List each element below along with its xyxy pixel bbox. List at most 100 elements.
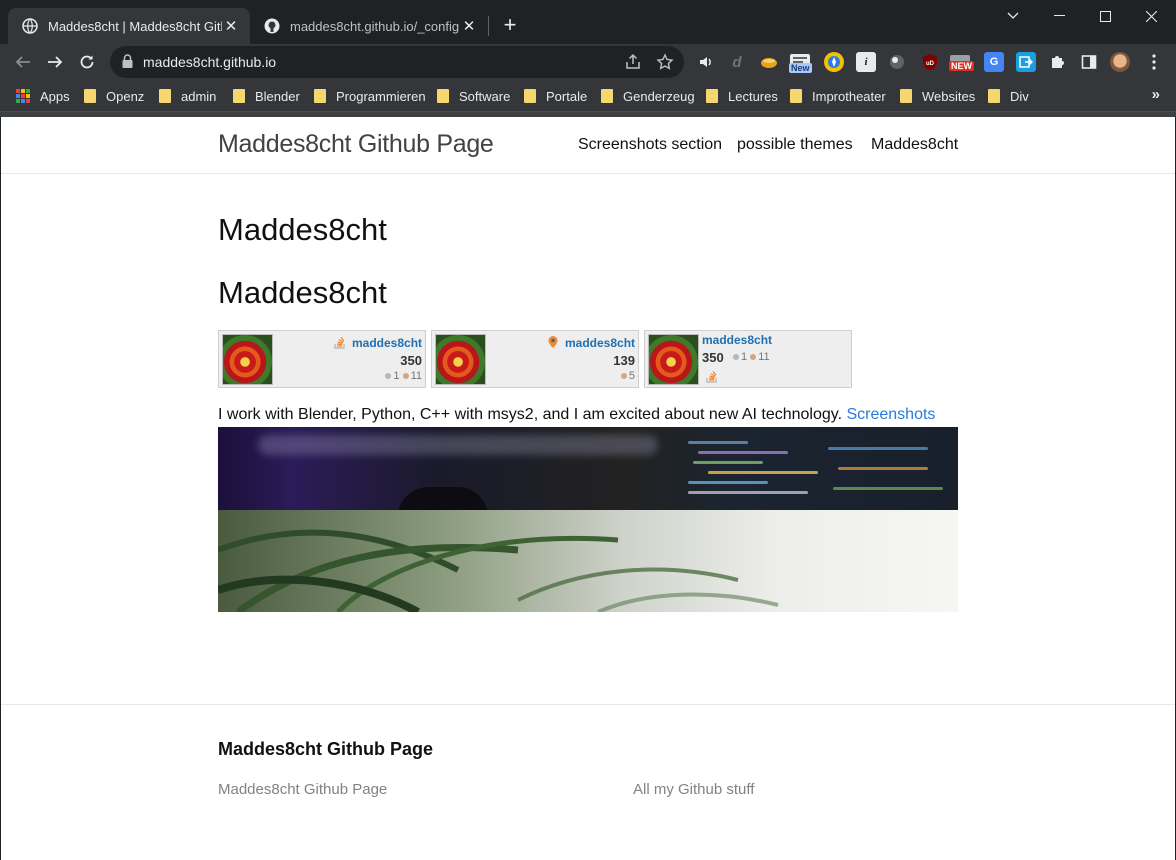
bookmark-folder-lectures[interactable]: Lectures: [706, 86, 778, 106]
intro-text: I work with Blender, Python, C++ with ms…: [218, 406, 847, 423]
new-red-badge: NEW: [949, 61, 974, 71]
avatar: [435, 334, 486, 385]
folder-icon: [706, 89, 718, 103]
footer-site-name: Maddes8cht Github Page: [218, 781, 388, 798]
bookmark-label: Portale: [546, 88, 588, 104]
code-screen-photo: [218, 427, 958, 510]
bookmark-apps[interactable]: Apps: [16, 86, 70, 106]
bookmark-label: Programmieren: [336, 88, 426, 104]
ball-extension-icon[interactable]: [887, 52, 907, 72]
forward-arrow-icon[interactable]: [41, 48, 69, 76]
close-tab-icon[interactable]: ✕: [222, 17, 240, 35]
flair-reputation: 350: [702, 350, 724, 365]
bookmark-folder-div[interactable]: Div: [988, 86, 1029, 106]
side-panel-icon[interactable]: [1079, 52, 1099, 72]
flair-username: maddes8cht: [565, 336, 636, 350]
compass-extension-icon[interactable]: [824, 52, 844, 72]
share-icon[interactable]: [624, 53, 642, 71]
bookmark-folder-blender[interactable]: Blender: [233, 86, 300, 106]
puzzle-extensions-icon[interactable]: [1047, 52, 1067, 72]
intro-paragraph: I work with Blender, Python, C++ with ms…: [218, 406, 935, 424]
github-icon: [264, 18, 280, 34]
nav-link-maddes8cht[interactable]: Maddes8cht: [871, 136, 958, 154]
minimize-icon[interactable]: [1036, 0, 1082, 32]
folder-icon: [314, 89, 326, 103]
bookmark-folder-websites[interactable]: Websites: [900, 86, 975, 106]
bookmark-folder-genderzeug[interactable]: Genderzeug: [601, 86, 695, 106]
bronze-badge-dot: [750, 353, 757, 360]
folder-icon: [84, 89, 96, 103]
browser-toolbar: maddes8cht.github.io d New i uD NEW G: [0, 44, 1176, 80]
url-text[interactable]: maddes8cht.github.io: [143, 54, 276, 70]
folder-icon: [159, 89, 171, 103]
reload-icon[interactable]: [73, 48, 101, 76]
bookmark-star-icon[interactable]: [656, 53, 674, 71]
tab-search-chevron-icon[interactable]: [990, 0, 1036, 32]
site-footer: Maddes8cht Github Page Maddes8cht Github…: [1, 704, 1175, 860]
bookmark-folder-software[interactable]: Software: [437, 86, 510, 106]
nav-link-themes[interactable]: possible themes: [737, 136, 853, 154]
close-tab-icon[interactable]: ✕: [460, 17, 478, 35]
folder-icon: [900, 89, 912, 103]
bookmark-folder-admin[interactable]: admin: [159, 86, 216, 106]
page-subheading: Maddes8cht: [218, 275, 387, 310]
speaker-icon[interactable]: [696, 52, 716, 72]
window-close-icon[interactable]: [1128, 0, 1174, 32]
bookmark-folder-openz[interactable]: Openz: [84, 86, 144, 106]
new-tab-plus-icon[interactable]: +: [498, 14, 522, 38]
site-title-link[interactable]: Maddes8cht Github Page: [218, 130, 494, 159]
back-arrow-icon[interactable]: [9, 48, 37, 76]
bookmark-label: Genderzeug: [623, 88, 695, 104]
bookmark-folder-portale[interactable]: Portale: [524, 86, 587, 106]
translate-icon[interactable]: G: [984, 52, 1004, 72]
kebab-menu-icon[interactable]: [1144, 52, 1164, 72]
folder-icon: [790, 89, 802, 103]
folder-icon: [601, 89, 613, 103]
site-header: Maddes8cht Github Page Screenshots secti…: [1, 117, 1175, 174]
screenshots-link[interactable]: Screenshots: [846, 406, 935, 423]
tab-separator: [488, 16, 489, 36]
map-pin-icon: [548, 336, 558, 348]
send-to-device-icon[interactable]: [1016, 52, 1036, 72]
stackexchange-flair[interactable]: maddes8cht 350 1 11: [644, 330, 852, 388]
silver-badge-dot: [733, 353, 739, 360]
globe-icon: [22, 18, 38, 34]
bronze-badge-dot: [402, 372, 409, 379]
tab-active[interactable]: Maddes8cht | Maddes8cht Githu ✕: [8, 8, 250, 44]
new-extension-icon[interactable]: New: [789, 50, 812, 73]
bookmark-folder-improtheater[interactable]: Improtheater: [790, 86, 886, 106]
footer-description: All my Github stuff: [633, 781, 755, 798]
silver-badge-dot: [385, 372, 392, 379]
ublock-shield-icon[interactable]: uD: [920, 52, 940, 72]
bookmark-label: Software: [459, 88, 511, 104]
flair-username: maddes8cht: [352, 336, 423, 350]
silver-count: 1: [393, 370, 400, 382]
tab-inactive[interactable]: maddes8cht.github.io/_config.ym ✕: [250, 8, 488, 44]
info-extension-icon[interactable]: i: [856, 52, 876, 72]
web-page: Maddes8cht Github Page Screenshots secti…: [1, 117, 1175, 860]
maximize-icon[interactable]: [1082, 0, 1128, 32]
stackexchange-flair[interactable]: maddes8cht 350 1 11: [218, 330, 426, 388]
chevron-double-right-icon[interactable]: »: [1152, 86, 1160, 103]
bronze-count: 11: [410, 370, 422, 382]
silver-count: 1: [741, 351, 748, 363]
bowl-extension-icon[interactable]: [759, 52, 779, 72]
bookmark-folder-programmieren[interactable]: Programmieren: [314, 86, 426, 106]
bookmarks-bar: Apps Openz admin Blender Programmieren S…: [0, 80, 1176, 112]
bookmark-label: Blender: [255, 88, 300, 104]
address-bar[interactable]: maddes8cht.github.io: [110, 46, 684, 78]
profile-avatar[interactable]: [1110, 52, 1130, 72]
bookmark-label: Div: [1010, 88, 1029, 104]
flair-username: maddes8cht: [702, 333, 773, 347]
d-extension-icon[interactable]: d: [727, 52, 747, 72]
nav-link-screenshots[interactable]: Screenshots section: [578, 136, 722, 154]
new-red-extension-icon[interactable]: NEW: [949, 50, 974, 71]
stackexchange-flair[interactable]: maddes8cht 139 5: [431, 330, 639, 388]
avatar: [648, 334, 699, 385]
footer-title: Maddes8cht Github Page: [218, 739, 434, 759]
lock-icon[interactable]: [122, 54, 133, 73]
flair-badges: 5: [620, 370, 635, 382]
bookmark-label: Lectures: [728, 88, 778, 104]
stackoverflow-icon: [706, 371, 717, 383]
stackoverflow-icon: [334, 337, 345, 349]
